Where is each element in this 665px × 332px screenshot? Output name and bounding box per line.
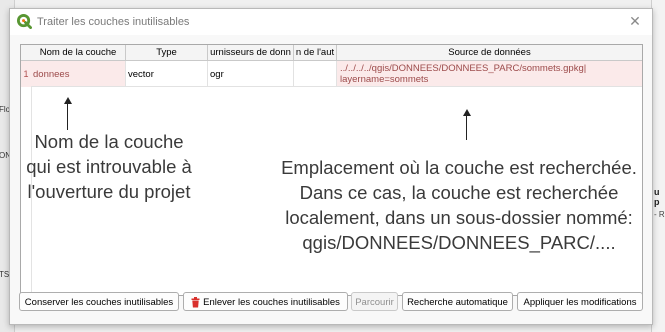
browse-button[interactable]: Parcourir [351, 292, 398, 311]
trash-icon [191, 296, 200, 308]
background-label: - R [654, 210, 665, 219]
arrow-shaft [67, 103, 68, 130]
arrow-up-icon [64, 97, 72, 104]
close-icon[interactable]: ✕ [627, 13, 643, 29]
keep-unavailable-layers-button[interactable]: Conserver les couches inutilisables [19, 292, 179, 311]
column-header-provider[interactable]: urnisseurs de donn [208, 45, 294, 60]
handle-bad-layers-dialog: Traiter les couches inutilisables ✕ Nom … [9, 8, 653, 325]
annotation-source-location: Emplacement où la couche est recherchée.… [279, 155, 639, 255]
column-header-source[interactable]: Source de données [337, 45, 642, 60]
cell-auth[interactable] [294, 61, 337, 87]
cell-layer-type[interactable]: vector [126, 61, 208, 87]
column-header-type[interactable]: Type [126, 45, 208, 60]
bad-layers-table: Nom de la couche Type urnisseurs de donn… [20, 44, 643, 296]
layer-type-value: vector [128, 69, 154, 80]
provider-value: ogr [210, 69, 224, 80]
cell-layer-name[interactable]: donnees [31, 61, 126, 87]
column-header-name[interactable]: Nom de la couche [31, 45, 126, 60]
window-title: Traiter les couches inutilisables [37, 16, 190, 28]
arrow-shaft [466, 115, 467, 140]
annotation-line: qui est introuvable à [26, 156, 192, 177]
arrow-up-icon [463, 109, 471, 116]
annotation-line: Emplacement où la couche est recherchée. [281, 157, 637, 178]
table-header: Nom de la couche Type urnisseurs de donn… [21, 45, 642, 61]
source-path-value: ../../../../qgis/DONNEES/DONNEES_PARC/so… [340, 63, 587, 74]
button-bar: Conserver les couches inutilisables Enle… [10, 292, 652, 316]
annotation-line: qgis/DONNEES/DONNEES_PARC/.... [302, 232, 616, 253]
qgis-logo-icon [17, 14, 32, 29]
annotation-line: localement, dans un sous-dossier nommé: [285, 207, 633, 228]
remove-unavailable-layers-button[interactable]: Enlever les couches inutilisables [183, 292, 348, 311]
background-label: TS [0, 270, 10, 279]
annotation-layer-name: Nom de la couche qui est introuvable à l… [19, 129, 199, 204]
remove-button-label: Enlever les couches inutilisables [203, 297, 340, 308]
annotation-line: Dans ce cas, la couche est recherchée [299, 182, 619, 203]
layer-name-value: donnees [33, 69, 70, 80]
apply-changes-button[interactable]: Appliquer les modifications [517, 292, 643, 311]
annotation-line: Nom de la couche [34, 131, 184, 152]
title-bar: Traiter les couches inutilisables ✕ [10, 9, 652, 35]
auto-search-button[interactable]: Recherche automatique [402, 292, 513, 311]
source-layername-value: layername=sommets [340, 74, 429, 85]
cell-provider[interactable]: ogr [208, 61, 294, 87]
cell-data-source[interactable]: ../../../../qgis/DONNEES/DONNEES_PARC/so… [337, 61, 642, 87]
background-right-panel [651, 0, 665, 332]
background-label: u p [654, 187, 660, 207]
annotation-line: l'ouverture du projet [27, 181, 191, 202]
column-header-auth[interactable]: n de l'aut [294, 45, 337, 60]
